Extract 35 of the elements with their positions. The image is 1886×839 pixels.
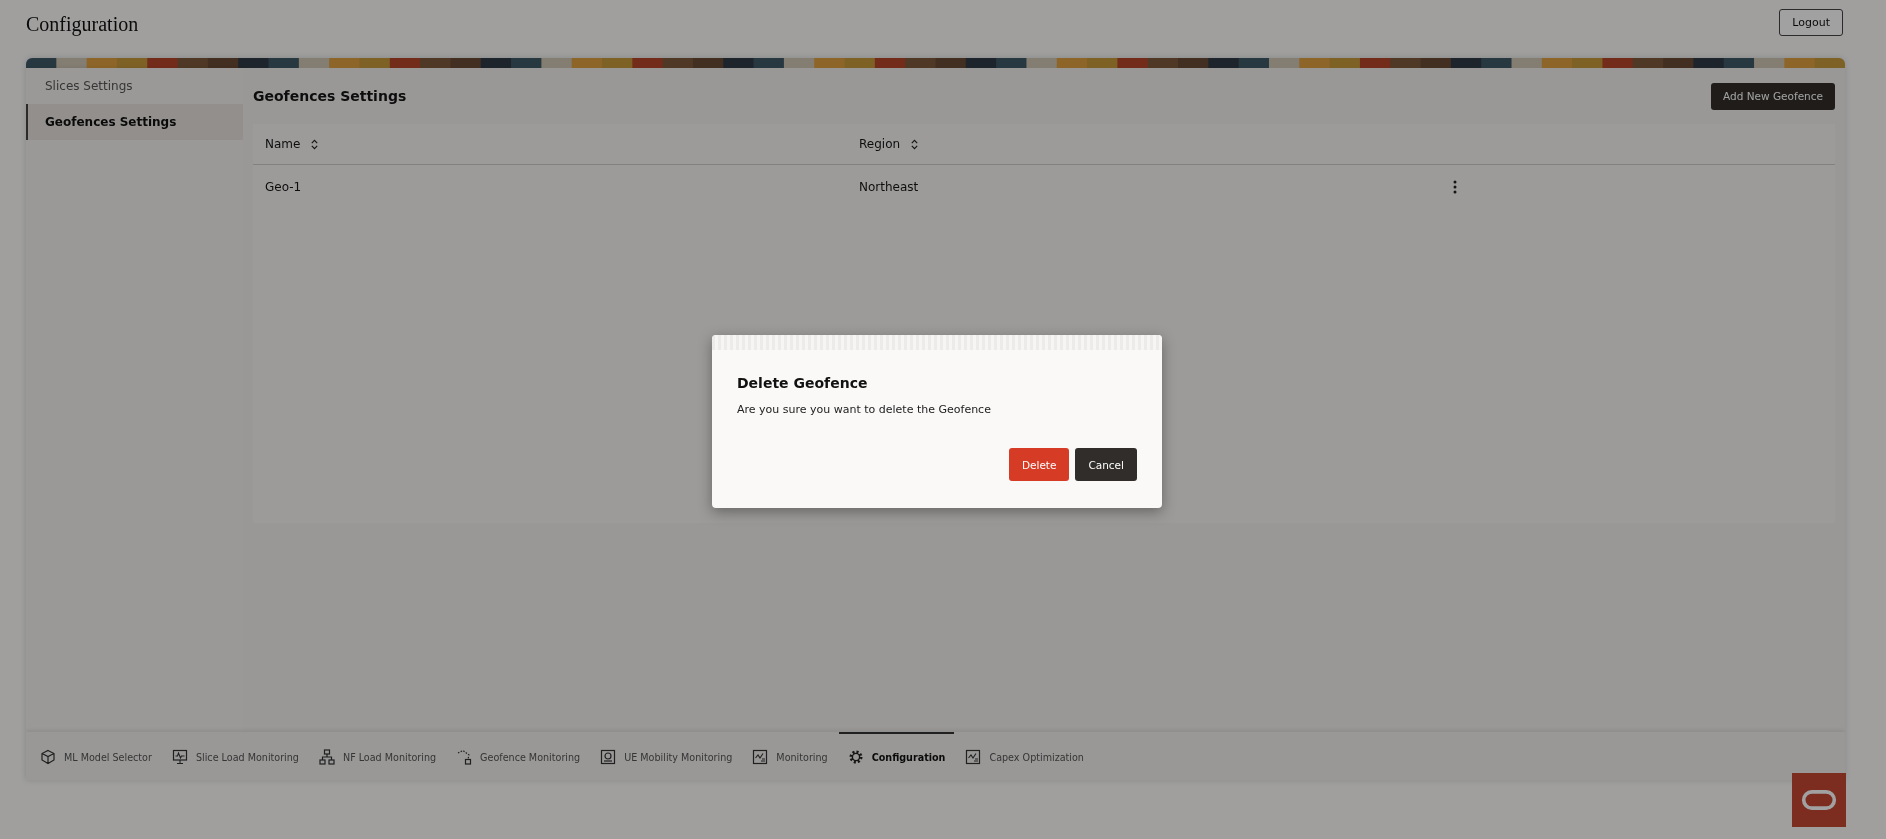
sidebar-item[interactable]: Geofences Settings xyxy=(26,104,243,140)
sidebar-item[interactable]: Slices Settings xyxy=(26,68,243,104)
chart-icon xyxy=(965,749,982,765)
cube-icon xyxy=(40,749,56,765)
table-cell: Geo-1 xyxy=(265,180,302,194)
nav-tab[interactable]: Configuration xyxy=(838,732,955,780)
nav-tab[interactable]: UE Mobility Monitoring xyxy=(591,732,742,780)
settings-icon xyxy=(847,749,864,765)
nav-tab[interactable]: NF Load Monitoring xyxy=(309,732,446,780)
sort-icon[interactable] xyxy=(910,138,920,150)
geofence-icon xyxy=(456,749,473,765)
cancel-button[interactable]: Cancel xyxy=(1075,448,1137,481)
dialog-title: Delete Geofence xyxy=(737,375,869,391)
device-icon xyxy=(600,749,617,765)
nav-tab[interactable]: ML Model Selector xyxy=(31,732,161,780)
nav-tab[interactable]: Slice Load Monitoring xyxy=(162,732,308,780)
monitor-icon xyxy=(171,749,188,765)
delete-button[interactable]: Delete xyxy=(1008,448,1070,481)
nav-tab[interactable]: Geofence Monitoring xyxy=(447,732,590,780)
column-header[interactable]: Region xyxy=(859,137,901,151)
nav-tab[interactable]: Monitoring xyxy=(743,732,837,780)
column-header[interactable]: Name xyxy=(265,137,301,151)
table-cell: Northeast xyxy=(859,180,919,194)
hierarchy-icon xyxy=(318,749,335,765)
chart-icon xyxy=(752,749,769,765)
dialog-message: Are you sure you want to delete the Geofence xyxy=(737,403,992,416)
nav-tab[interactable]: Capex Optimization xyxy=(956,732,1093,780)
section-title: Geofences Settings xyxy=(253,88,407,104)
logout-button[interactable]: Logout xyxy=(1779,9,1843,36)
logo-button[interactable] xyxy=(1792,773,1846,827)
page-title: Configuration xyxy=(26,13,139,36)
add-geofence-button[interactable]: Add New Geofence xyxy=(1711,82,1835,110)
more-icon[interactable] xyxy=(1453,180,1457,194)
oval-logo-icon xyxy=(1801,789,1837,811)
sort-icon[interactable] xyxy=(310,138,320,150)
